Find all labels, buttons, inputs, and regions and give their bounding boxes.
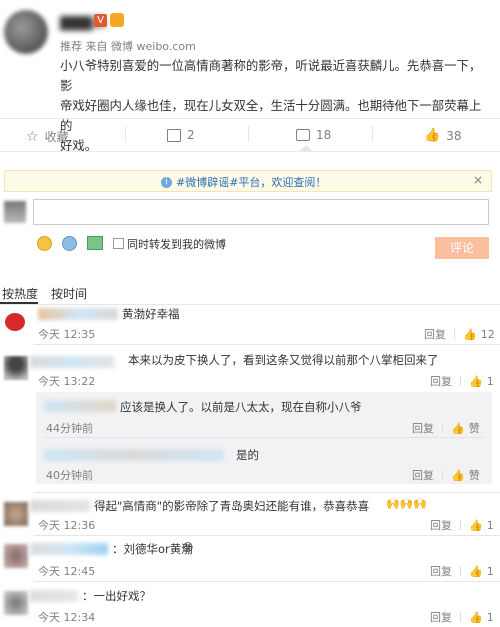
reply-link[interactable]: 回复: [430, 609, 452, 625]
comment-count: 18: [316, 128, 332, 142]
favorite-label: 收藏: [44, 130, 69, 144]
laughing-emoji-icon: 😝: [182, 541, 194, 554]
comment-avatar-apple-icon[interactable]: [5, 313, 25, 331]
close-icon[interactable]: ×: [473, 173, 483, 187]
star-icon: ☆: [26, 128, 39, 145]
comment-like-count: 1: [486, 610, 494, 624]
thumbs-up-icon[interactable]: 👍: [469, 565, 483, 578]
post-source: 推荐 来自 微博 weibo.com: [60, 38, 196, 54]
comment-actions: 回复 👍 1: [430, 517, 494, 533]
like-button[interactable]: 👍 38: [424, 128, 461, 143]
post-text-line: 小八爷特别喜爱的一位高情商著称的影帝，听说最近喜获麟儿。先恭喜一下，影: [60, 58, 482, 93]
comment-actions: 回复 👍 12: [424, 326, 495, 342]
sticker-icon[interactable]: [62, 236, 77, 251]
rumor-banner[interactable]: i #微博辟谣#平台，欢迎查阅！ ×: [4, 170, 492, 192]
comment-time: 今天 13:22: [38, 375, 96, 388]
thumbs-up-icon[interactable]: 👍: [469, 375, 483, 388]
comment-button[interactable]: 18: [296, 128, 331, 142]
thumbs-up-icon: 👍: [424, 128, 441, 143]
reply-text: 是的: [236, 448, 259, 462]
reply-time: 40分钟前: [46, 469, 93, 482]
comment-like-count: 12: [480, 327, 495, 341]
comment-user-name[interactable]: [30, 500, 90, 512]
emoji-icon[interactable]: [37, 236, 52, 251]
comment-input[interactable]: [33, 199, 489, 225]
source-link[interactable]: 微博 weibo.com: [111, 40, 196, 53]
member-crown-icon: [110, 13, 124, 27]
sort-tab-hot[interactable]: 按热度: [2, 285, 38, 302]
comment-like-count: 1: [486, 374, 494, 388]
comment-time: 今天 12:34: [38, 611, 96, 624]
reply-like-label[interactable]: 赞: [469, 420, 480, 436]
emoji-icon: 🙌🙌🙌: [386, 497, 428, 510]
comment-actions: 回复 👍 1: [430, 609, 494, 625]
current-user-avatar[interactable]: [4, 201, 26, 223]
comment-avatar[interactable]: [4, 544, 28, 568]
repost-button[interactable]: 2: [167, 128, 195, 142]
comment-user-name[interactable]: [38, 308, 118, 320]
comment-text: ：刘德华or黄渤: [112, 542, 193, 556]
comment-text: 得起"高情商"的影帝除了青岛奥妇还能有谁，恭喜恭喜: [94, 499, 370, 513]
submit-comment-button[interactable]: 评论: [435, 237, 489, 259]
repost-count: 2: [187, 128, 195, 142]
banner-text[interactable]: #微博辟谣#平台，欢迎查阅！: [176, 174, 326, 190]
comment-like-count: 1: [486, 518, 494, 532]
reply-user-name[interactable]: [44, 400, 116, 412]
post-avatar[interactable]: [4, 10, 48, 54]
comment-avatar[interactable]: [4, 356, 28, 380]
comment-user-name[interactable]: [30, 543, 108, 555]
source-prefix: 推荐 来自: [60, 40, 108, 53]
thumbs-up-icon[interactable]: 👍: [451, 469, 465, 482]
reply-actions: 回复 👍 赞: [412, 420, 480, 436]
image-icon[interactable]: [87, 236, 103, 250]
reply-time: 44分钟前: [46, 422, 93, 435]
reply-user-name[interactable]: [44, 449, 224, 461]
reply-link[interactable]: 回复: [430, 373, 452, 389]
reply-link[interactable]: 回复: [424, 326, 446, 342]
favorite-button[interactable]: ☆ 收藏: [26, 128, 69, 145]
sort-tab-time[interactable]: 按时间: [51, 285, 87, 302]
comment-actions: 回复 👍 1: [430, 373, 494, 389]
comment-avatar[interactable]: [4, 502, 28, 526]
reply-link[interactable]: 回复: [430, 563, 452, 579]
reply-text: 应该是换人了。以前是八太太，现在自称小八爷: [120, 400, 362, 414]
comment-user-name[interactable]: [30, 590, 78, 602]
reply-like-label[interactable]: 赞: [469, 467, 480, 483]
thumbs-up-icon[interactable]: 👍: [463, 328, 477, 341]
info-icon: i: [161, 176, 172, 188]
comment-time: 今天 12:45: [38, 565, 96, 578]
comment-time: 今天 12:35: [38, 328, 96, 341]
like-count: 38: [446, 128, 462, 143]
comment-avatar[interactable]: [4, 591, 28, 615]
thumbs-up-icon[interactable]: 👍: [469, 611, 483, 624]
verified-badge-icon: V: [94, 14, 107, 27]
repost-icon: [167, 128, 181, 142]
comment-text: ：一出好戏？: [82, 589, 151, 603]
repost-checkbox-label: 同时转发到我的微博: [127, 238, 226, 251]
thumbs-up-icon[interactable]: 👍: [469, 519, 483, 532]
comment-time: 今天 12:36: [38, 519, 96, 532]
reply-link[interactable]: 回复: [412, 420, 434, 436]
comment-like-count: 1: [486, 564, 494, 578]
comment-text: 黄渤好幸福: [122, 307, 180, 321]
comment-actions: 回复 👍 1: [430, 563, 494, 579]
reply-link[interactable]: 回复: [412, 467, 434, 483]
thumbs-up-icon[interactable]: 👍: [451, 422, 465, 435]
comment-user-name[interactable]: [30, 356, 114, 368]
reply-actions: 回复 👍 赞: [412, 467, 480, 483]
comment-text: 本来以为皮下换人了，看到这条又觉得以前那个八掌柜回来了: [128, 353, 439, 367]
comment-icon: [296, 129, 310, 141]
repost-checkbox[interactable]: [113, 238, 124, 249]
reply-link[interactable]: 回复: [430, 517, 452, 533]
